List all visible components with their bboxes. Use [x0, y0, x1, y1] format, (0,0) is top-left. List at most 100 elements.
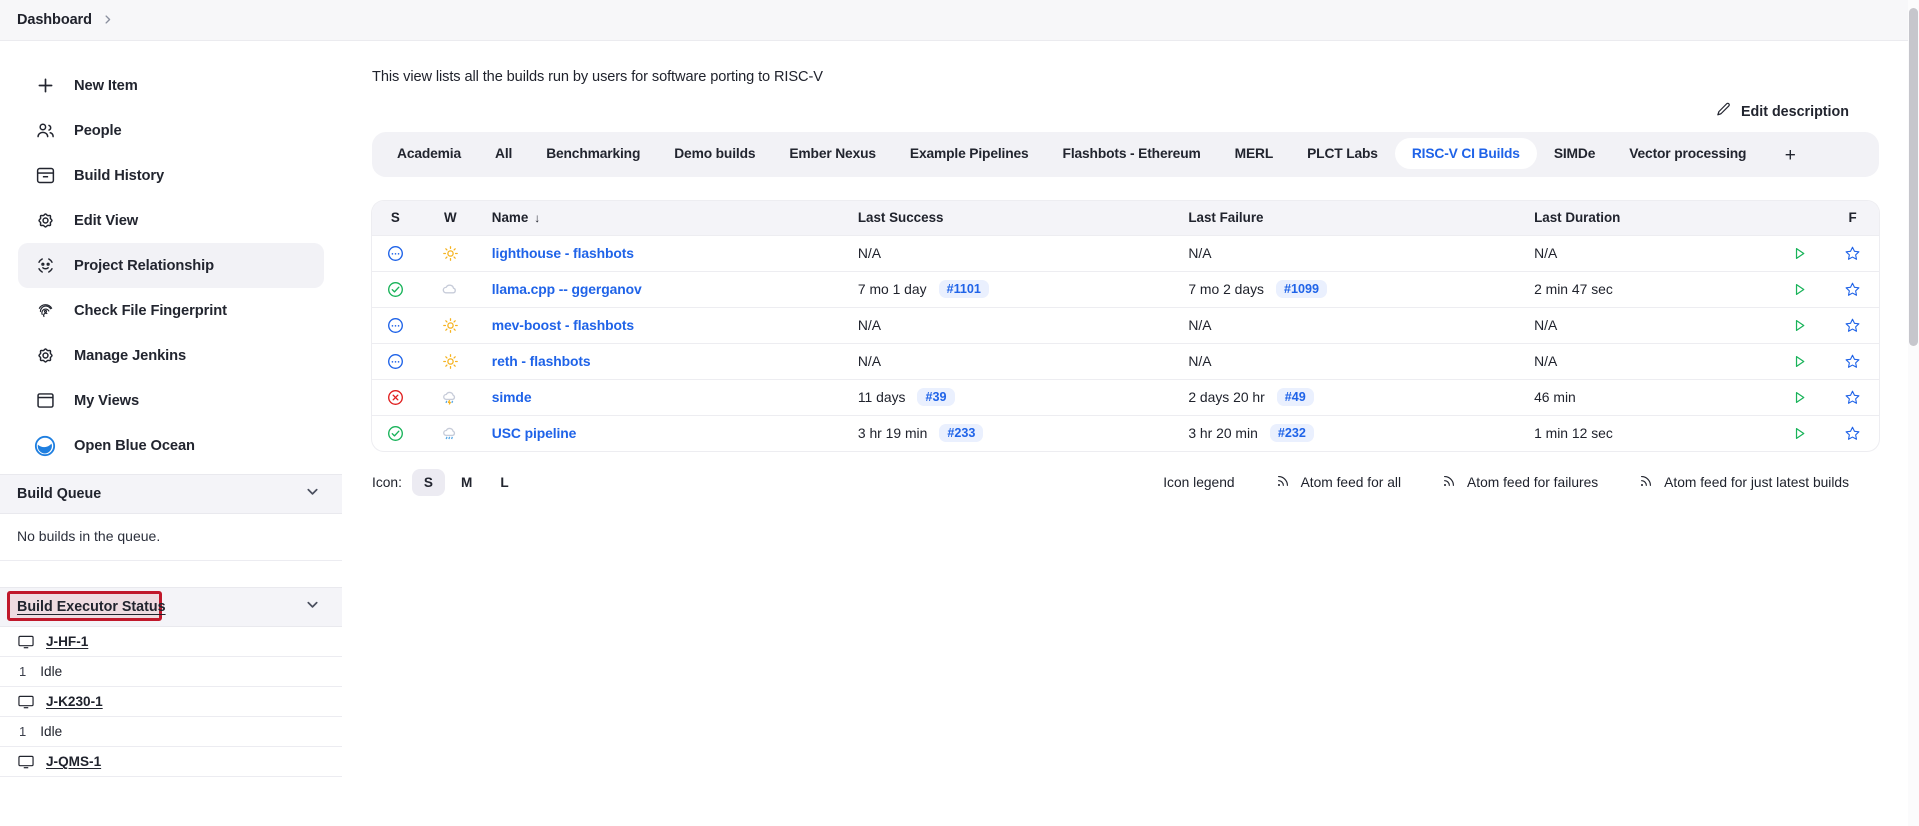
atom-feed-all-link[interactable]: Atom feed for all [1275, 473, 1401, 492]
sidebar-item-build-history[interactable]: Build History [18, 153, 324, 198]
tab-ember-nexus[interactable]: Ember Nexus [772, 138, 893, 169]
star-icon[interactable] [1836, 425, 1869, 442]
tab-demo-builds[interactable]: Demo builds [657, 138, 772, 169]
star-icon[interactable] [1836, 245, 1869, 262]
atom-feed-failures-link[interactable]: Atom feed for failures [1441, 473, 1598, 492]
executor-node-name[interactable]: J-HF-1 [46, 634, 88, 649]
cell-favorite [1826, 342, 1879, 379]
table-row[interactable]: USC pipeline 3 hr 19 min #233 3 hr 20 mi… [372, 414, 1879, 451]
column-header-last-success[interactable]: Last Success [847, 201, 1179, 235]
table-row[interactable]: llama.cpp -- ggerganov 7 mo 1 day #1101 … [372, 270, 1879, 307]
tab-simde[interactable]: SIMDe [1537, 138, 1612, 169]
sidebar-item-my-views[interactable]: My Views [18, 378, 324, 423]
column-header-weather[interactable]: W [418, 201, 482, 235]
star-icon[interactable] [1836, 317, 1869, 334]
build-history-icon [34, 165, 56, 187]
status-pending-icon[interactable] [382, 317, 409, 334]
page-scrollbar[interactable] [1908, 0, 1919, 826]
column-header-last-duration[interactable]: Last Duration [1524, 201, 1774, 235]
column-header-favorite[interactable]: F [1826, 201, 1879, 235]
executor-node-row[interactable]: J-HF-1 [0, 627, 342, 657]
job-link[interactable]: USC pipeline [492, 425, 577, 441]
column-header-last-failure[interactable]: Last Failure [1178, 201, 1525, 235]
icon-size-medium[interactable]: M [449, 469, 484, 496]
column-header-status[interactable]: S [372, 201, 419, 235]
tab-merl[interactable]: MERL [1218, 138, 1291, 169]
edit-description-button[interactable]: Edit description [1715, 101, 1849, 122]
star-icon[interactable] [1836, 353, 1869, 370]
breadcrumb-separator-icon [102, 13, 113, 28]
status-success-icon[interactable] [382, 425, 409, 442]
scrollbar-thumb[interactable] [1909, 8, 1918, 346]
executor-node-row[interactable]: J-K230-1 [0, 687, 342, 717]
status-pending-icon[interactable] [382, 245, 409, 262]
run-build-icon[interactable] [1783, 317, 1816, 334]
chevron-down-icon[interactable] [305, 484, 320, 504]
tab-example-pipelines[interactable]: Example Pipelines [893, 138, 1046, 169]
icon-size-small[interactable]: S [411, 469, 445, 496]
job-link[interactable]: simde [492, 389, 532, 405]
build-executor-status-header[interactable]: Build Executor Status [0, 587, 342, 627]
sidebar-item-open-blue-ocean[interactable]: Open Blue Ocean [18, 423, 324, 468]
tab-benchmarking[interactable]: Benchmarking [529, 138, 657, 169]
run-build-icon[interactable] [1783, 353, 1816, 370]
build-number-badge[interactable]: #39 [917, 388, 955, 406]
star-icon[interactable] [1836, 281, 1869, 298]
atom-feed-latest-link[interactable]: Atom feed for just latest builds [1638, 473, 1849, 492]
add-view-button[interactable]: + [1775, 143, 1805, 169]
executor-node-name[interactable]: J-K230-1 [46, 694, 103, 709]
cell-weather [418, 270, 482, 307]
status-failed-icon[interactable] [382, 389, 409, 406]
sidebar-item-check-file-fingerprint[interactable]: Check File Fingerprint [18, 288, 324, 333]
tab-risc-v-ci-builds[interactable]: RISC-V CI Builds [1394, 138, 1537, 169]
tab-vector-processing[interactable]: Vector processing [1612, 138, 1763, 169]
build-number-badge[interactable]: #1099 [1276, 280, 1328, 298]
view-description: This view lists all the builds run by us… [372, 69, 823, 85]
build-number-badge[interactable]: #232 [1269, 424, 1314, 443]
build-number-badge[interactable]: #49 [1276, 388, 1314, 406]
main-content: This view lists all the builds run by us… [342, 41, 1919, 826]
build-number-badge[interactable]: #1101 [938, 280, 989, 298]
last-failure-text: 3 hr 20 min [1188, 425, 1258, 442]
last-success-text: 3 hr 19 min [857, 425, 928, 442]
breadcrumb-item-dashboard[interactable]: Dashboard [17, 12, 92, 28]
tab-plct-labs[interactable]: PLCT Labs [1290, 138, 1395, 169]
icon-size-large[interactable]: L [488, 469, 520, 496]
sidebar-item-edit-view[interactable]: Edit View [18, 198, 324, 243]
tab-flashbots-ethereum[interactable]: Flashbots - Ethereum [1046, 138, 1218, 169]
last-success-value: N/A [858, 317, 1168, 333]
sidebar-item-project-relationship[interactable]: Project Relationship [18, 243, 324, 288]
job-link[interactable]: mev-boost - flashbots [492, 317, 634, 333]
last-success-value: 7 mo 1 day #1101 [858, 280, 1168, 298]
run-build-icon[interactable] [1783, 281, 1816, 298]
sidebar-item-new-item[interactable]: New Item [18, 63, 324, 108]
sidebar-item-label: Open Blue Ocean [74, 437, 195, 454]
cell-last-success: N/A [847, 342, 1179, 379]
sidebar-item-people[interactable]: People [18, 108, 324, 153]
star-icon[interactable] [1836, 389, 1869, 406]
job-link[interactable]: llama.cpp -- ggerganov [492, 281, 642, 297]
status-pending-icon[interactable] [382, 353, 409, 370]
table-row[interactable]: simde 11 days #39 2 days 20 hr #49 46 mi… [372, 378, 1879, 415]
executor-node-name[interactable]: J-QMS-1 [46, 754, 101, 769]
icon-legend-link[interactable]: Icon legend [1163, 475, 1234, 490]
run-build-icon[interactable] [1783, 425, 1816, 442]
tab-academia[interactable]: Academia [380, 138, 478, 169]
build-number-badge[interactable]: #233 [939, 424, 984, 443]
status-success-icon[interactable] [382, 281, 409, 298]
table-row[interactable]: reth - flashbots N/A N/A N/A [372, 342, 1879, 379]
table-row[interactable]: lighthouse - flashbots N/A N/A N/A [372, 234, 1879, 271]
run-build-icon[interactable] [1783, 389, 1816, 406]
executor-node-row[interactable]: J-QMS-1 [0, 747, 342, 777]
last-failure-text: N/A [1188, 353, 1212, 369]
sidebar-item-manage-jenkins[interactable]: Manage Jenkins [18, 333, 324, 378]
cell-last-duration: 2 min 47 sec [1524, 270, 1774, 307]
table-row[interactable]: mev-boost - flashbots N/A N/A N/A [372, 306, 1879, 343]
build-queue-header[interactable]: Build Queue [0, 474, 342, 514]
chevron-down-icon[interactable] [305, 597, 320, 617]
column-header-name[interactable]: Name ↓ [481, 201, 848, 235]
job-link[interactable]: lighthouse - flashbots [492, 245, 634, 261]
job-link[interactable]: reth - flashbots [492, 353, 591, 369]
tab-all[interactable]: All [478, 138, 529, 169]
run-build-icon[interactable] [1783, 245, 1816, 262]
